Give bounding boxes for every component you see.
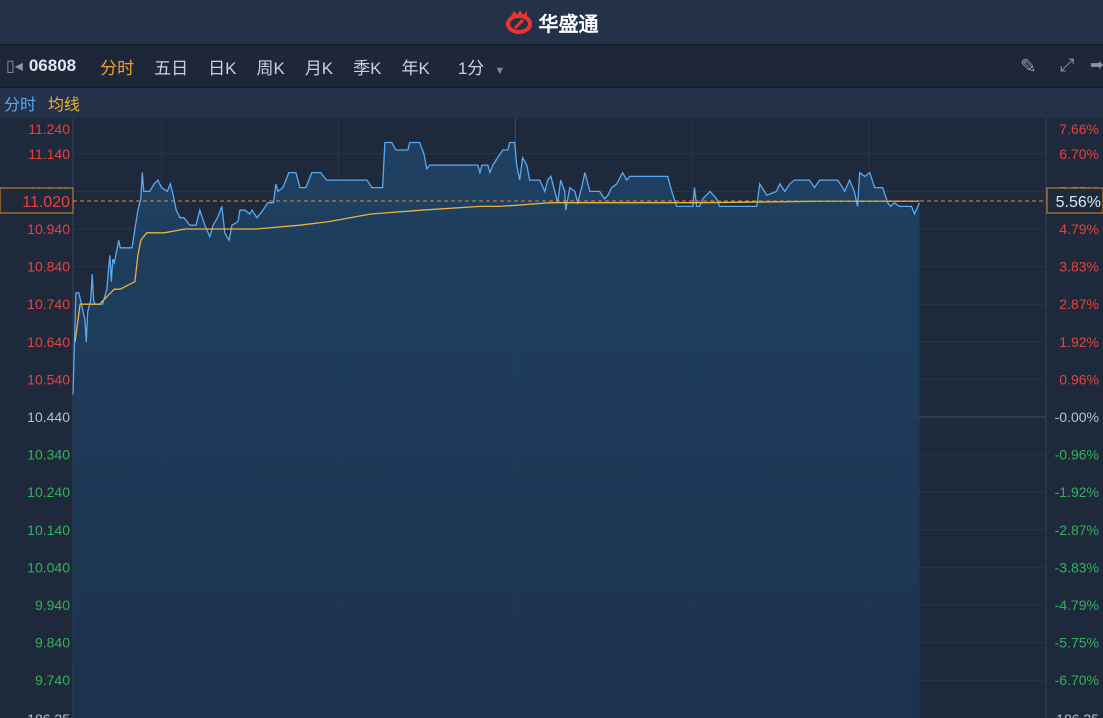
title-bar: 华盛通 [0, 0, 1103, 45]
y-tick-label-left: 10.940 [27, 221, 70, 237]
y-tick-label-right: 6.70% [1059, 146, 1099, 162]
stock-code: 06808 [28, 56, 77, 75]
y-tick-label-left: 10.740 [27, 296, 70, 312]
price-area-fill [73, 142, 920, 718]
y-tick-label-left: 11.240 [28, 121, 70, 137]
tab-yearly-k[interactable]: 年K [402, 54, 430, 79]
tab-monthly-k[interactable]: 月K [305, 54, 333, 79]
pencil-icon[interactable]: ✎ [1020, 54, 1037, 79]
toolbar: ▯◂ 06808 分时 五日 日K 周K 月K 季K 年K 1分 ▼ ✎ ⤢ ➡ [0, 45, 1103, 88]
arrow-right-icon[interactable]: ➡ [1090, 55, 1103, 75]
bottom-label-left: 186.35 [27, 711, 70, 718]
legend-intraday: 分时 [4, 97, 37, 114]
y-tick-label-left: 10.340 [27, 447, 70, 463]
current-pct-label: 5.56% [1056, 194, 1101, 211]
app-logo: 华盛通 [505, 8, 599, 37]
y-tick-label-right: -6.70% [1055, 672, 1099, 688]
y-tick-label-right: 4.79% [1059, 221, 1099, 237]
current-price-label: 11.020 [22, 194, 70, 211]
y-tick-label-right: 5.75% [1059, 183, 1099, 199]
plot-area [73, 118, 1046, 718]
y-tick-label-right: -1.92% [1055, 484, 1099, 500]
y-tick-label-right: 2.87% [1059, 296, 1099, 312]
y-tick-label-right: 3.83% [1059, 259, 1099, 275]
y-tick-label-left: 11.140 [28, 146, 70, 162]
price-line [72, 141, 921, 395]
y-tick-label-left: 10.640 [27, 334, 70, 350]
interval-value: 1分 [457, 58, 485, 78]
y-tick-label-right: 0.96% [1059, 371, 1099, 387]
collapse-panel-icon[interactable]: ▯◂ [6, 56, 23, 76]
average-line [74, 200, 920, 342]
y-tick-label-right: -0.00% [1055, 409, 1099, 425]
y-tick-label-left: 9.940 [35, 597, 70, 613]
y-tick-label-right: -5.75% [1055, 635, 1099, 651]
y-tick-label-left: 10.440 [27, 409, 70, 425]
y-tick-label-left: 10.540 [27, 371, 70, 387]
tab-daily-k[interactable]: 日K [208, 54, 236, 79]
y-tick-label-left: 9.740 [35, 672, 70, 688]
logo-swirl-icon [505, 10, 532, 34]
y-tick-label-left: 9.840 [35, 635, 70, 651]
chevron-down-icon: ▼ [494, 64, 506, 77]
y-tick-label-left: 10.840 [27, 259, 70, 275]
y-tick-label-right: 7.66% [1059, 121, 1099, 137]
tab-intraday[interactable]: 分时 [100, 54, 134, 79]
y-tick-label-right: -3.83% [1055, 559, 1099, 575]
y-tick-label-right: 1.92% [1059, 334, 1099, 350]
tab-weekly-k[interactable]: 周K [256, 54, 284, 79]
y-tick-label-right: -2.87% [1055, 522, 1099, 538]
tab-quarterly-k[interactable]: 季K [353, 54, 381, 79]
y-tick-label-left: 11.040 [28, 183, 70, 199]
bottom-label-right: 186.35 [1056, 711, 1099, 718]
y-tick-label-left: 10.040 [27, 559, 70, 575]
legend: 分时 均线 [0, 88, 1103, 118]
y-tick-label-right: -0.96% [1055, 447, 1099, 463]
y-tick-label-left: 10.240 [27, 484, 70, 500]
legend-average: 均线 [48, 97, 81, 114]
interval-select[interactable]: 1分 ▼ [458, 54, 505, 79]
y-tick-label-right: -4.79% [1055, 597, 1099, 613]
y-tick-label-left: 10.140 [27, 522, 70, 538]
fullscreen-icon[interactable]: ⤢ [1060, 55, 1074, 76]
current-price-box [0, 187, 74, 214]
app-name: 华盛通 [538, 13, 599, 36]
current-pct-box [1046, 187, 1103, 214]
tab-five-day[interactable]: 五日 [154, 54, 188, 79]
